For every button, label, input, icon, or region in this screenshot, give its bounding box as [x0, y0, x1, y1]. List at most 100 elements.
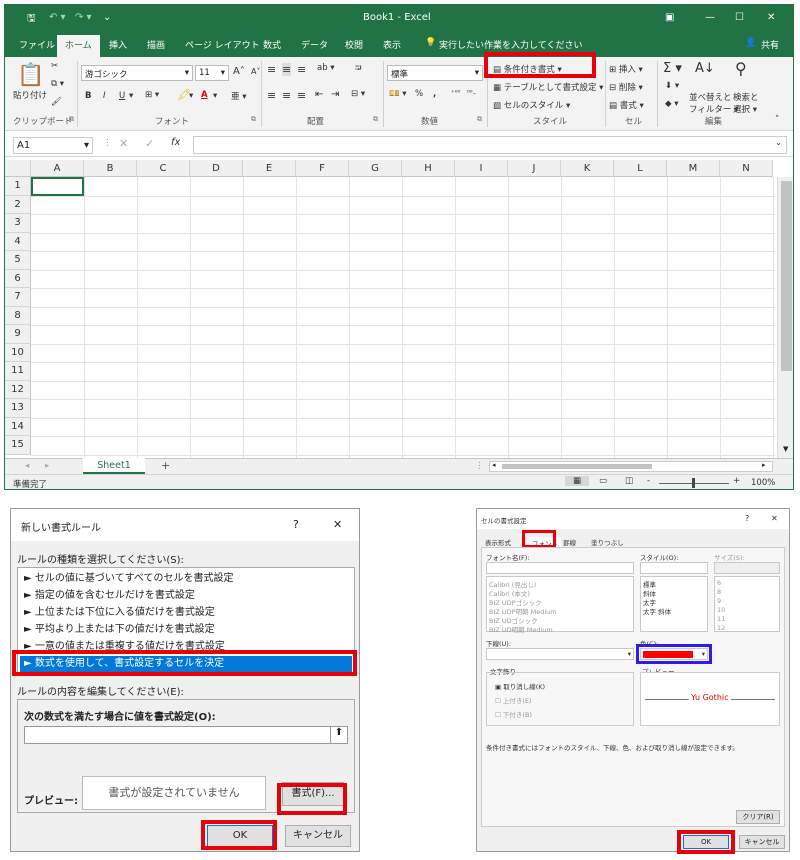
list-item[interactable]: 9 — [717, 597, 721, 605]
tab-border[interactable]: 罫線 — [563, 537, 576, 547]
ribbon-display-icon[interactable]: ▣ — [665, 12, 674, 23]
list-item[interactable]: 8 — [717, 588, 721, 596]
dialog-launcher-icon[interactable]: ⧉ — [251, 115, 256, 124]
list-item[interactable]: 6 — [717, 579, 721, 587]
align-bottom-icon[interactable]: ≡ — [297, 63, 306, 76]
row-header[interactable]: 13 — [5, 399, 31, 418]
zoom-in-button[interactable]: + — [733, 476, 740, 486]
row-header[interactable]: 12 — [5, 380, 31, 399]
enter-icon[interactable]: ✓ — [145, 137, 154, 150]
close-icon[interactable]: ✕ — [767, 12, 775, 23]
insert-cells-button[interactable]: ⊞ 挿入 ▾ — [609, 63, 643, 75]
chevron-down-icon[interactable]: ▾ — [129, 91, 133, 101]
row-header[interactable]: 15 — [5, 436, 31, 455]
row-header[interactable]: 5 — [5, 251, 31, 270]
underline-button[interactable]: U — [119, 91, 125, 101]
close-icon[interactable]: ✕ — [333, 518, 342, 531]
color-select[interactable]: ▾ — [640, 648, 708, 660]
normal-view-icon[interactable]: ▦ — [565, 476, 590, 486]
active-cell[interactable] — [31, 177, 84, 196]
underline-select[interactable]: ▾ — [486, 648, 634, 660]
currency-icon[interactable]: 💴 ▾ — [389, 89, 407, 99]
cancel-icon[interactable]: ✕ — [119, 137, 128, 150]
size-input[interactable] — [714, 562, 780, 574]
customize-icon[interactable]: ⌄ — [103, 12, 111, 23]
row-header[interactable]: 2 — [5, 195, 31, 214]
column-header[interactable]: G — [349, 160, 402, 177]
list-item[interactable]: ► 上位または下位に入る値だけを書式設定 — [24, 605, 215, 622]
cell-styles-button[interactable]: ▧ セルのスタイル ▾ — [493, 99, 570, 111]
font-name-combo[interactable]: 游ゴシック ▾ — [81, 65, 193, 81]
clear-button[interactable]: クリア(R) — [736, 810, 780, 824]
column-header[interactable]: J — [508, 160, 561, 177]
clear-icon[interactable]: ◆ ▾ — [665, 99, 679, 109]
column-header[interactable]: I — [455, 160, 508, 177]
column-header[interactable]: A — [31, 160, 84, 177]
row-header[interactable]: 10 — [5, 343, 31, 362]
row-header[interactable]: 8 — [5, 306, 31, 325]
format-button[interactable]: 書式(F)... — [282, 782, 344, 806]
share-button[interactable]: 共有 — [761, 38, 779, 51]
list-item[interactable]: ► セルの値に基づいてすべてのセルを書式設定 — [24, 571, 233, 588]
zoom-slider-thumb[interactable] — [692, 478, 695, 488]
cut-icon[interactable]: ✂ — [51, 61, 58, 71]
formula-input[interactable]: ⬆ — [24, 726, 348, 744]
ok-button[interactable]: OK — [207, 825, 273, 847]
align-center-icon[interactable]: ≡ — [282, 89, 291, 102]
zoom-level[interactable]: 100% — [751, 478, 775, 488]
chevron-down-icon[interactable]: ▾ — [189, 91, 193, 101]
style-list[interactable]: 標準 斜体 太字 太字 斜体 — [640, 576, 708, 632]
column-header[interactable]: E — [243, 160, 296, 177]
align-top-icon[interactable]: ≡ — [267, 63, 276, 76]
chevron-down-icon[interactable]: ▾ — [213, 91, 217, 101]
align-left-icon[interactable]: ≡ — [267, 89, 276, 102]
minimize-icon[interactable]: — — [705, 12, 715, 23]
close-icon[interactable]: ✕ — [771, 514, 778, 523]
increase-decimal-icon[interactable]: ⁺⁰⁰ — [451, 89, 460, 97]
format-cells-button[interactable]: ▤ 書式 ▾ — [609, 99, 644, 111]
scroll-down-icon[interactable]: ▼ — [783, 445, 788, 453]
orientation-icon[interactable]: ab ▾ — [317, 63, 335, 73]
list-item[interactable]: ► 平均より上または下の値だけを書式設定 — [24, 622, 215, 639]
decrease-decimal-icon[interactable]: ⁰⁰₋ — [467, 89, 476, 97]
delete-cells-button[interactable]: ⊟ 削除 ▾ — [609, 81, 643, 93]
font-name-input[interactable] — [486, 562, 634, 574]
phonetic-icon[interactable]: 亜 ▾ — [231, 90, 246, 102]
tab-data[interactable]: データ — [301, 38, 328, 51]
conditional-formatting-button[interactable]: ▤ 条件付き書式 ▾ — [493, 63, 562, 75]
strikethrough-checkbox[interactable]: ▣ 取り消し線(K) — [495, 681, 545, 691]
tab-formulas[interactable]: 数式 — [263, 38, 281, 51]
dialog-launcher-icon[interactable]: ⧉ — [477, 115, 482, 124]
undo-icon[interactable]: ↶ ▾ — [49, 12, 66, 23]
format-painter-icon[interactable]: 🖌 — [51, 97, 62, 107]
number-format-combo[interactable]: 標準 ▾ — [387, 65, 483, 81]
row-header[interactable]: 9 — [5, 325, 31, 344]
tab-review[interactable]: 校閲 — [345, 38, 363, 51]
align-right-icon[interactable]: ≡ — [297, 89, 306, 102]
column-header[interactable]: L — [614, 160, 667, 177]
name-box[interactable]: A1 ▾ — [13, 137, 93, 154]
row-header[interactable]: 11 — [5, 362, 31, 381]
sheet-tab-sheet1[interactable]: Sheet1 — [83, 458, 145, 474]
tab-draw[interactable]: 描画 — [147, 38, 165, 51]
page-break-view-icon[interactable]: ◫ — [625, 476, 633, 486]
tab-number[interactable]: 表示形式 — [485, 537, 511, 547]
row-header[interactable]: 14 — [5, 417, 31, 436]
copy-icon[interactable]: ⧉ ▾ — [51, 79, 64, 89]
paste-button[interactable]: 貼り付け — [13, 89, 47, 101]
tab-fill[interactable]: 塗りつぶし — [591, 537, 624, 547]
vertical-scrollbar[interactable]: ▼ — [777, 177, 793, 458]
list-item[interactable]: BIZ UD明朝 Medium — [489, 624, 553, 634]
size-list[interactable]: 6 8 9 10 11 12 — [714, 576, 780, 632]
row-header[interactable]: 1 — [5, 177, 31, 196]
collapse-dialog-icon[interactable]: ⬆ — [330, 727, 347, 743]
maximize-icon[interactable]: ☐ — [735, 12, 744, 23]
scroll-left-icon[interactable]: ◂ — [492, 461, 496, 469]
select-all-corner[interactable] — [5, 160, 31, 177]
style-input[interactable] — [640, 562, 708, 574]
tab-page-layout[interactable]: ページ レイアウト — [185, 38, 260, 51]
column-header[interactable]: F — [296, 160, 349, 177]
cancel-button[interactable]: キャンセル — [285, 825, 351, 847]
wrap-text-icon[interactable]: ⮒ — [355, 63, 362, 77]
column-header[interactable]: H — [402, 160, 455, 177]
